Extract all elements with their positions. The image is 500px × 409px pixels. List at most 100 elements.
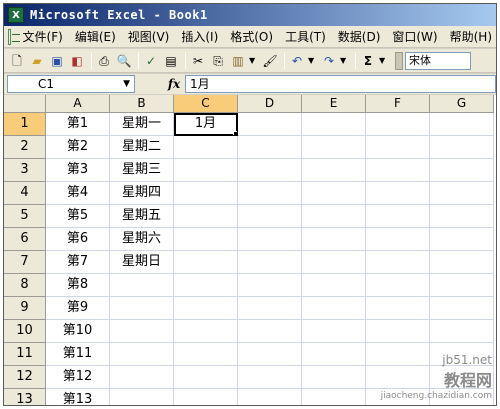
cell-d3[interactable]	[238, 159, 302, 182]
cell-d12[interactable]	[238, 366, 302, 389]
cell-b13[interactable]	[110, 389, 174, 405]
copy-icon[interactable]: ⎘	[209, 52, 227, 70]
save-icon[interactable]: ▣	[48, 52, 66, 70]
cell-b4[interactable]: 星期四	[110, 182, 174, 205]
cell-f6[interactable]	[366, 228, 430, 251]
cell-d1[interactable]	[238, 113, 302, 136]
redo-dropdown-icon[interactable]: ▼	[340, 56, 348, 65]
cell-e2[interactable]	[302, 136, 366, 159]
cell-b1[interactable]: 星期一	[110, 113, 174, 136]
column-header-d[interactable]: D	[238, 95, 302, 113]
formula-input[interactable]: 1月	[185, 75, 496, 93]
cell-g2[interactable]	[430, 136, 494, 159]
cell-e12[interactable]	[302, 366, 366, 389]
cell-c7[interactable]	[174, 251, 238, 274]
name-box-chevron-down-icon[interactable]: ▼	[123, 79, 130, 89]
cell-e11[interactable]	[302, 343, 366, 366]
cell-g10[interactable]	[430, 320, 494, 343]
cell-e10[interactable]	[302, 320, 366, 343]
print-icon[interactable]: ⎙	[95, 52, 113, 70]
menu-help[interactable]: 帮助(H)	[444, 27, 496, 47]
cell-a4[interactable]: 第4	[46, 182, 110, 205]
row-header[interactable]: 5	[4, 205, 46, 228]
row-header[interactable]: 6	[4, 228, 46, 251]
cell-f2[interactable]	[366, 136, 430, 159]
cell-e9[interactable]	[302, 297, 366, 320]
cell-f10[interactable]	[366, 320, 430, 343]
cell-d5[interactable]	[238, 205, 302, 228]
excel-app-icon[interactable]: X	[8, 7, 24, 23]
select-all-corner[interactable]	[4, 95, 46, 113]
new-file-icon[interactable]: 🗋	[8, 52, 26, 70]
cell-g4[interactable]	[430, 182, 494, 205]
cell-c2[interactable]	[174, 136, 238, 159]
cell-e1[interactable]	[302, 113, 366, 136]
cell-d6[interactable]	[238, 228, 302, 251]
column-header-f[interactable]: F	[366, 95, 430, 113]
paste-icon[interactable]: ▥	[229, 52, 247, 70]
font-name-field[interactable]: 宋体	[405, 51, 471, 70]
toolbar-options-icon[interactable]	[395, 51, 403, 70]
cell-b2[interactable]: 星期二	[110, 136, 174, 159]
cell-c8[interactable]	[174, 274, 238, 297]
row-header[interactable]: 11	[4, 343, 46, 366]
spelling-icon[interactable]: ✓	[142, 52, 160, 70]
autosum-icon[interactable]: Σ	[359, 52, 377, 70]
cell-a8[interactable]: 第8	[46, 274, 110, 297]
cell-g9[interactable]	[430, 297, 494, 320]
cell-d4[interactable]	[238, 182, 302, 205]
research-icon[interactable]: ▤	[162, 52, 180, 70]
cell-e4[interactable]	[302, 182, 366, 205]
menu-file[interactable]: 文件(F)	[17, 27, 69, 47]
cell-c13[interactable]	[174, 389, 238, 405]
menu-edit[interactable]: 编辑(E)	[69, 27, 122, 47]
cell-f8[interactable]	[366, 274, 430, 297]
cell-e5[interactable]	[302, 205, 366, 228]
cell-f5[interactable]	[366, 205, 430, 228]
cell-b11[interactable]	[110, 343, 174, 366]
cell-a10[interactable]: 第10	[46, 320, 110, 343]
autosum-dropdown-icon[interactable]: ▼	[379, 56, 387, 65]
cell-c3[interactable]	[174, 159, 238, 182]
row-header[interactable]: 10	[4, 320, 46, 343]
cell-g6[interactable]	[430, 228, 494, 251]
redo-icon[interactable]: ↷	[320, 52, 338, 70]
column-header-b[interactable]: B	[110, 95, 174, 113]
cut-icon[interactable]: ✂	[189, 52, 207, 70]
cell-a9[interactable]: 第9	[46, 297, 110, 320]
cell-a1[interactable]: 第1	[46, 113, 110, 136]
cell-d2[interactable]	[238, 136, 302, 159]
cell-a11[interactable]: 第11	[46, 343, 110, 366]
cell-f7[interactable]	[366, 251, 430, 274]
row-header[interactable]: 3	[4, 159, 46, 182]
insert-function-icon[interactable]: fx	[163, 77, 185, 91]
cell-e6[interactable]	[302, 228, 366, 251]
cell-e7[interactable]	[302, 251, 366, 274]
row-header[interactable]: 7	[4, 251, 46, 274]
cell-d9[interactable]	[238, 297, 302, 320]
column-header-a[interactable]: A	[46, 95, 110, 113]
cell-g7[interactable]	[430, 251, 494, 274]
cell-e13[interactable]	[302, 389, 366, 405]
undo-dropdown-icon[interactable]: ▼	[308, 56, 316, 65]
cell-c1[interactable]: 1月	[174, 113, 238, 136]
cell-b3[interactable]: 星期三	[110, 159, 174, 182]
cell-g1[interactable]	[430, 113, 494, 136]
menu-format[interactable]: 格式(O)	[224, 27, 279, 47]
cell-d13[interactable]	[238, 389, 302, 405]
cell-d8[interactable]	[238, 274, 302, 297]
cell-a3[interactable]: 第3	[46, 159, 110, 182]
cell-e3[interactable]	[302, 159, 366, 182]
cell-a13[interactable]: 第13	[46, 389, 110, 405]
cell-f1[interactable]	[366, 113, 430, 136]
row-header[interactable]: 9	[4, 297, 46, 320]
open-folder-icon[interactable]: ▰	[28, 52, 46, 70]
menu-tools[interactable]: 工具(T)	[279, 27, 332, 47]
cell-c11[interactable]	[174, 343, 238, 366]
cell-f4[interactable]	[366, 182, 430, 205]
format-painter-icon[interactable]: 🖌	[261, 52, 279, 70]
cell-c6[interactable]	[174, 228, 238, 251]
row-header[interactable]: 4	[4, 182, 46, 205]
cell-b9[interactable]	[110, 297, 174, 320]
cell-d7[interactable]	[238, 251, 302, 274]
